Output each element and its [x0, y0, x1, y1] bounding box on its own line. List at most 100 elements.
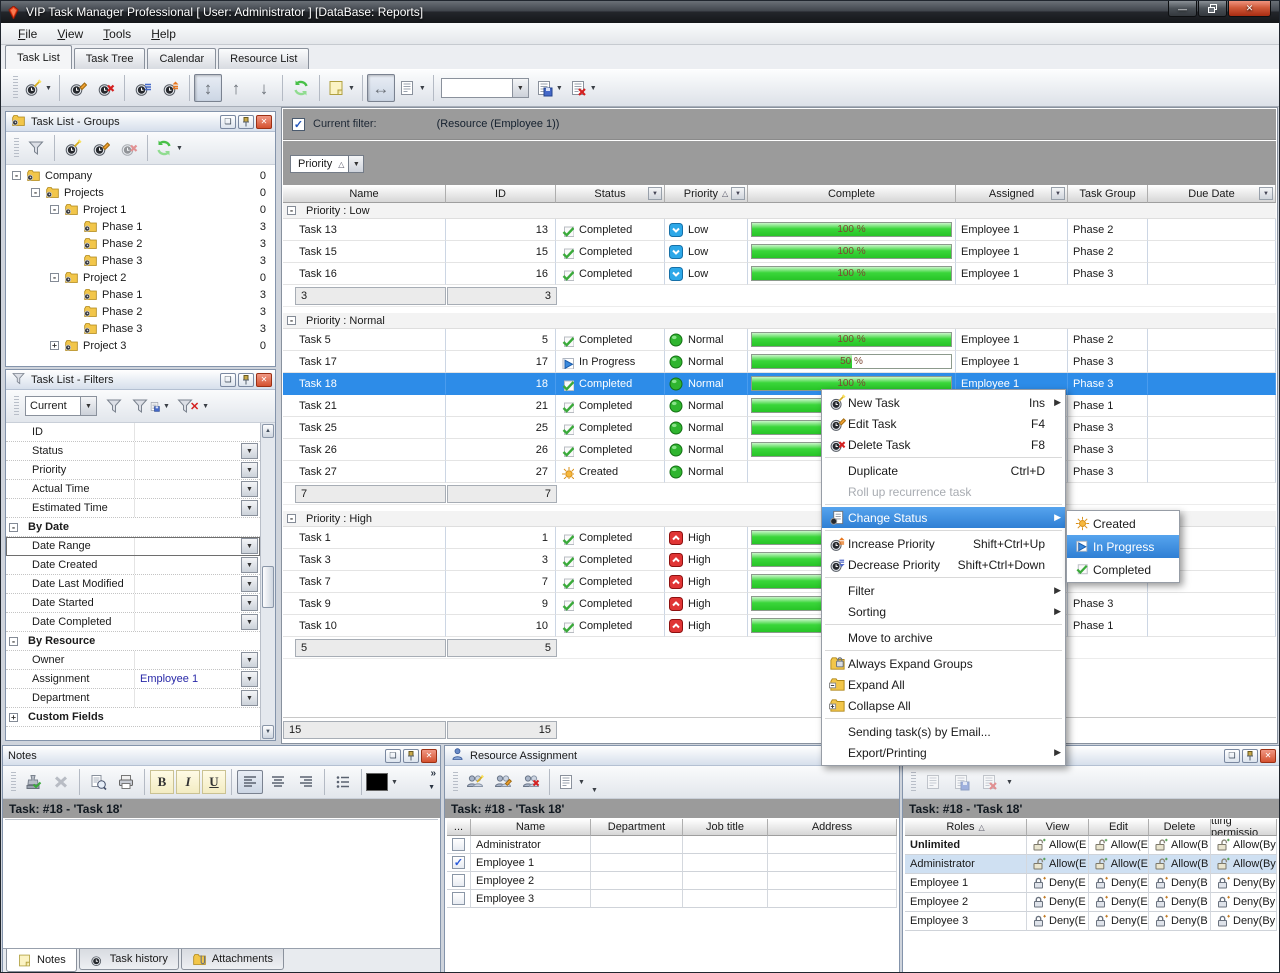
menu-item-expand-all[interactable]: Expand All: [822, 674, 1065, 695]
combo-dropdown-icon[interactable]: ▼: [512, 79, 528, 97]
filter-dropdown-icon[interactable]: ▼: [241, 576, 258, 592]
task-row[interactable]: Task 13 13 Completed Low 100 % Employee …: [283, 219, 1276, 241]
filter-dropdown-icon[interactable]: ▼: [241, 671, 258, 687]
filter-row-date-range[interactable]: Date Range ▼: [6, 537, 260, 556]
group-header[interactable]: - Priority : Low: [283, 203, 1276, 219]
italic-button[interactable]: I: [176, 770, 200, 794]
group-filter-button[interactable]: [22, 134, 50, 162]
edit-task-button[interactable]: [64, 74, 92, 102]
menu-item-move-to-archive[interactable]: Move to archive: [822, 627, 1065, 648]
close-button[interactable]: ✕: [1228, 1, 1271, 17]
tree-toggle-icon[interactable]: -: [9, 523, 18, 532]
toolbar-overflow-icon[interactable]: »: [430, 768, 436, 779]
tree-toggle-icon[interactable]: +: [50, 341, 59, 350]
menu-item-export-printing[interactable]: Export/Printing ▶: [822, 742, 1065, 763]
permission-column-1[interactable]: View: [1027, 819, 1089, 836]
permission-cell[interactable]: Deny(B: [1149, 912, 1211, 931]
task-row[interactable]: Task 25 25 Completed Normal 100 % Employ…: [283, 417, 1276, 439]
permission-column-2[interactable]: Edit: [1089, 819, 1149, 836]
menu-item-duplicate[interactable]: Duplicate Ctrl+D: [822, 460, 1065, 481]
menu-item-filter[interactable]: Filter ▶: [822, 580, 1065, 601]
filter-group-by-resource[interactable]: - By Resource: [6, 632, 260, 651]
new-group-button[interactable]: [59, 134, 87, 162]
permission-cell[interactable]: Deny(E: [1089, 874, 1149, 893]
permission-column-3[interactable]: Delete: [1149, 819, 1211, 836]
tab-attachments[interactable]: Attachments: [181, 949, 284, 970]
resource-column-4[interactable]: Address: [768, 819, 897, 836]
scroll-up-icon[interactable]: ▲: [262, 424, 274, 438]
permission-cell[interactable]: Allow(B: [1149, 855, 1211, 874]
align-center-button[interactable]: [265, 770, 291, 794]
column-filter-icon[interactable]: ▼: [1051, 187, 1065, 200]
panel-close-icon[interactable]: ✕: [1260, 749, 1276, 763]
filter-row-actual-time[interactable]: Actual Time ▼: [6, 480, 260, 499]
tree-item-project-1[interactable]: -Project 1 0: [6, 201, 275, 218]
group-by-dropdown-icon[interactable]: ▼: [348, 156, 363, 172]
task-row[interactable]: Task 15 15 Completed Low 100 % Employee …: [283, 241, 1276, 263]
resource-row[interactable]: Administrator: [447, 836, 897, 854]
resource-checkbox[interactable]: ✓: [452, 856, 465, 869]
panel-pin-icon[interactable]: [238, 115, 254, 129]
panel-close-icon[interactable]: ✕: [256, 115, 272, 129]
resource-column-3[interactable]: Job title: [683, 819, 768, 836]
menu-item-change-status[interactable]: Change Status ▶: [822, 507, 1065, 528]
menu-item-delete-task[interactable]: Delete Task F8: [822, 434, 1065, 455]
tree-item-company[interactable]: -Company 0: [6, 167, 275, 184]
edit-group-button[interactable]: [87, 134, 115, 162]
panel-close-icon[interactable]: ✕: [421, 749, 437, 763]
column-filter-icon[interactable]: ▼: [1259, 187, 1273, 200]
menu-file[interactable]: File: [9, 25, 46, 43]
resource-row[interactable]: Employee 2: [447, 872, 897, 890]
filters-scrollbar[interactable]: ▲ ▼: [260, 423, 275, 740]
group-collapse-icon[interactable]: -: [287, 316, 296, 325]
menu-item-collapse-all[interactable]: Collapse All: [822, 695, 1065, 716]
menu-item-roll-up-recurrence-task[interactable]: Roll up recurrence task: [822, 481, 1065, 502]
permission-row[interactable]: UnlimitedAllow(EAllow(EAllow(BAllow(By: [905, 836, 1277, 855]
panel-restore-icon[interactable]: ❏: [220, 373, 236, 387]
panel-pin-icon[interactable]: [238, 373, 254, 387]
title-bar[interactable]: VIP Task Manager Professional [ User: Ad…: [1, 1, 1279, 23]
permission-cell[interactable]: Deny(B: [1149, 874, 1211, 893]
task-row[interactable]: Task 18 18 Completed Normal 100 % Employ…: [283, 373, 1276, 395]
tree-toggle-icon[interactable]: -: [50, 273, 59, 282]
task-row[interactable]: Task 21 21 Completed Normal 100 % Employ…: [283, 395, 1276, 417]
filter-dropdown-icon[interactable]: ▼: [241, 652, 258, 668]
permission-cell[interactable]: Allow(B: [1149, 836, 1211, 855]
view-combo[interactable]: ▼: [441, 78, 529, 98]
permission-row[interactable]: Employee 1Deny(EDeny(EDeny(BDeny(By: [905, 874, 1277, 893]
delete-view-button[interactable]: ▼: [566, 74, 600, 102]
filter-dropdown-icon[interactable]: ▼: [241, 538, 258, 554]
tree-item-projects[interactable]: -Projects 0: [6, 184, 275, 201]
permission-cell[interactable]: Deny(By: [1211, 893, 1277, 912]
permission-tool-button[interactable]: [975, 768, 1003, 796]
tree-item-phase-3[interactable]: Phase 3 3: [6, 320, 275, 337]
sort-both-button[interactable]: ↕: [194, 74, 222, 102]
column-header-id[interactable]: ID: [446, 185, 556, 203]
filter-row-id[interactable]: ID: [6, 423, 260, 442]
refresh-button[interactable]: [287, 74, 315, 102]
permission-column-4[interactable]: tting permissio: [1211, 819, 1277, 836]
sort-ascending-button[interactable]: ↑: [222, 74, 250, 102]
filter-dropdown-icon[interactable]: ▼: [241, 500, 258, 516]
permission-cell[interactable]: Deny(By: [1211, 912, 1277, 931]
edit-resource-button[interactable]: [489, 768, 517, 796]
menu-item-sending-task-s-by-email-[interactable]: Sending task(s) by Email...: [822, 721, 1065, 742]
toolbar-options-icon[interactable]: ▼: [591, 787, 598, 794]
column-header-priority[interactable]: Priority△ ▼: [665, 185, 748, 203]
filter-row-date-started[interactable]: Date Started ▼: [6, 594, 260, 613]
menu-item-edit-task[interactable]: Edit Task F4: [822, 413, 1065, 434]
save-filter-button[interactable]: ▼: [128, 392, 173, 420]
column-filter-icon[interactable]: ▼: [648, 187, 662, 200]
new-task-button[interactable]: ▼: [21, 74, 55, 102]
group-collapse-icon[interactable]: -: [287, 206, 296, 215]
permission-cell[interactable]: Allow(E: [1089, 855, 1149, 874]
customize-columns-button[interactable]: ▼: [395, 74, 429, 102]
menu-help[interactable]: Help: [142, 25, 185, 43]
menu-item-decrease-priority[interactable]: Decrease Priority Shift+Ctrl+Down: [822, 554, 1065, 575]
submenu-item-created[interactable]: Created: [1067, 512, 1179, 535]
filter-row-assignment[interactable]: Assignment Employee 1 ▼: [6, 670, 260, 689]
filter-dropdown-icon[interactable]: ▼: [241, 443, 258, 459]
panel-restore-icon[interactable]: ❏: [220, 115, 236, 129]
scroll-down-icon[interactable]: ▼: [262, 725, 274, 739]
column-header-name[interactable]: Name: [283, 185, 446, 203]
